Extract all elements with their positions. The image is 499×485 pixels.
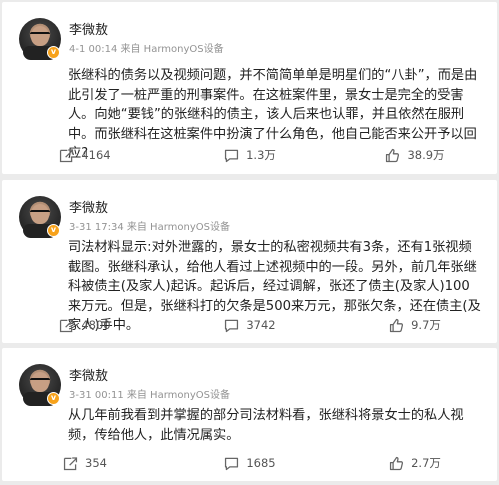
comment-icon: [225, 457, 239, 470]
author-name[interactable]: 李微敖: [69, 365, 108, 384]
repost-count: 354: [85, 456, 107, 470]
avatar-glasses: [30, 210, 50, 215]
repost-icon: [63, 456, 78, 470]
comment-button[interactable]: 1685: [167, 452, 332, 474]
comment-count: 1.3万: [246, 148, 276, 162]
like-count: 38.9万: [407, 148, 445, 162]
author-name[interactable]: 李微敖: [69, 19, 108, 38]
like-icon: [390, 456, 404, 470]
post-meta: 3-31 17:34 来自 HarmonyOS设备: [69, 222, 230, 233]
like-button[interactable]: 9.7万: [332, 314, 497, 336]
author-name[interactable]: 李微敖: [69, 197, 108, 216]
comment-icon: [225, 319, 239, 332]
like-button[interactable]: 2.7万: [332, 452, 497, 474]
repost-icon: [60, 318, 74, 332]
like-icon: [390, 318, 404, 332]
action-bar: 4164 1.3万 38.9万: [2, 144, 497, 166]
post-meta: 3-31 00:11 来自 HarmonyOS设备: [69, 390, 230, 401]
avatar-glasses: [30, 378, 50, 383]
repost-button[interactable]: 4164: [2, 144, 167, 166]
post-meta: 4-1 00:14 来自 HarmonyOS设备: [69, 44, 224, 55]
avatar-glasses: [30, 32, 50, 37]
post-card: v 李微敖 4-1 00:14 来自 HarmonyOS设备 张继科的债务以及视…: [2, 2, 497, 174]
verified-badge-icon: v: [47, 392, 60, 405]
comment-button[interactable]: 3742: [167, 314, 332, 336]
action-bar: 354 1685 2.7万: [2, 452, 497, 474]
comment-count: 1685: [246, 456, 276, 470]
post-card: v 李微敖 3-31 00:11 来自 HarmonyOS设备 从几年前我看到并…: [2, 348, 497, 481]
comment-count: 3742: [246, 318, 276, 332]
repost-count: 4164: [81, 148, 111, 162]
repost-button[interactable]: 4800: [2, 314, 167, 336]
action-bar: 4800 3742 9.7万: [2, 314, 497, 336]
post-text: 从几年前我看到并掌握的部分司法材料看，张继科将景女士的私人视频，传给他人，此情况…: [68, 408, 464, 443]
post-card: v 李微敖 3-31 17:34 来自 HarmonyOS设备 司法材料显示:对…: [2, 180, 497, 343]
like-button[interactable]: 38.9万: [332, 144, 497, 166]
comment-button[interactable]: 1.3万: [167, 144, 332, 166]
comment-icon: [225, 149, 239, 162]
like-count: 2.7万: [411, 456, 441, 470]
repost-icon: [60, 148, 74, 162]
repost-count: 4800: [81, 318, 111, 332]
repost-button[interactable]: 354: [2, 452, 167, 474]
like-count: 9.7万: [411, 318, 441, 332]
like-icon: [386, 148, 400, 162]
verified-badge-icon: v: [47, 224, 60, 237]
verified-badge-icon: v: [47, 46, 60, 59]
